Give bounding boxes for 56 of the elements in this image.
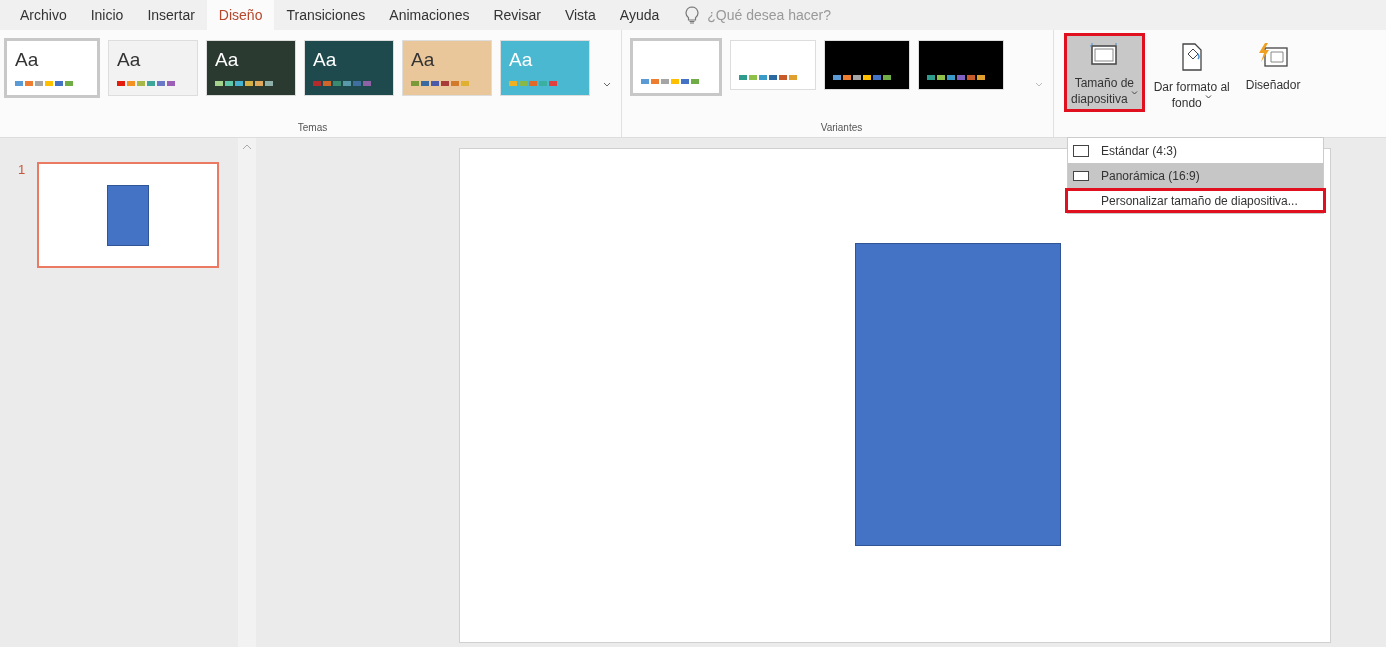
color-swatches xyxy=(509,81,557,86)
color-swatches xyxy=(117,81,175,86)
color-swatches xyxy=(15,81,73,86)
ribbon-button[interactable]: Diseñador xyxy=(1238,33,1308,98)
slide-thumbnail[interactable] xyxy=(37,162,220,268)
ribbon-tab[interactable]: Insertar xyxy=(135,0,207,30)
color-swatches xyxy=(833,75,891,80)
designer-lightning-icon xyxy=(1257,42,1290,70)
menu-item[interactable]: Panorámica (16:9) xyxy=(1068,163,1323,188)
theme-sample-text: Aa xyxy=(509,49,533,71)
ribbon-tab[interactable]: Animaciones xyxy=(377,0,482,30)
slide-number: 1 xyxy=(18,162,26,179)
theme-sample-text: Aa xyxy=(215,49,239,71)
lightbulb-icon xyxy=(685,6,700,24)
ribbon-tab[interactable]: Revisar xyxy=(481,0,553,30)
color-swatches xyxy=(411,81,469,86)
variant-thumbnail[interactable] xyxy=(824,40,910,90)
color-swatches xyxy=(641,79,699,84)
menu-item[interactable]: Estándar (4:3) xyxy=(1068,138,1323,163)
ribbon-tab[interactable]: Ayuda xyxy=(607,0,672,30)
slide-outline-icon xyxy=(1073,144,1089,157)
variant-thumbnail[interactable] xyxy=(630,38,722,96)
group-label: Variantes xyxy=(819,122,864,135)
variant-thumbnail[interactable] xyxy=(918,40,1004,90)
theme-thumbnail[interactable]: Aa xyxy=(4,38,100,98)
caret-icon xyxy=(1130,91,1138,95)
theme-sample-text: Aa xyxy=(117,49,141,71)
theme-thumbnail[interactable]: Aa xyxy=(206,40,296,96)
rectangle-shape xyxy=(107,184,150,246)
theme-thumbnail[interactable]: Aa xyxy=(304,40,394,96)
scroll-up-icon[interactable] xyxy=(242,144,252,150)
theme-thumbnail[interactable]: Aa xyxy=(108,40,198,96)
variant-thumbnail[interactable] xyxy=(730,40,816,90)
theme-thumbnail[interactable]: Aa xyxy=(402,40,492,96)
color-swatches xyxy=(313,81,371,86)
menu-item[interactable]: Personalizar tamaño de diapositiva... xyxy=(1065,188,1326,213)
group-label: Temas xyxy=(296,122,329,135)
color-swatches xyxy=(927,75,985,80)
slide-size-icon xyxy=(1089,42,1120,68)
color-swatches xyxy=(215,81,273,86)
ribbon-tab[interactable]: Transiciones xyxy=(274,0,378,30)
slide-outline-icon xyxy=(1073,170,1089,181)
color-swatches xyxy=(739,75,797,80)
ribbon-tab[interactable]: Vista xyxy=(552,0,608,30)
theme-sample-text: Aa xyxy=(313,49,337,71)
search-field[interactable]: ¿Qué desea hacer? xyxy=(705,6,860,24)
ribbon-tab[interactable]: Archivo xyxy=(8,0,79,30)
theme-sample-text: Aa xyxy=(15,49,39,71)
caret-icon xyxy=(1204,95,1212,99)
ribbon-button[interactable]: Dar formato al fondo xyxy=(1146,33,1237,116)
ribbon-tab[interactable]: Diseño xyxy=(206,0,275,30)
theme-sample-text: Aa xyxy=(411,49,435,71)
scrollbar[interactable] xyxy=(238,138,256,647)
more-chevron-icon[interactable] xyxy=(603,82,611,87)
ribbon-button[interactable]: Tamaño de diapositiva xyxy=(1064,33,1145,112)
ribbon-tab[interactable]: Inicio xyxy=(78,0,136,30)
